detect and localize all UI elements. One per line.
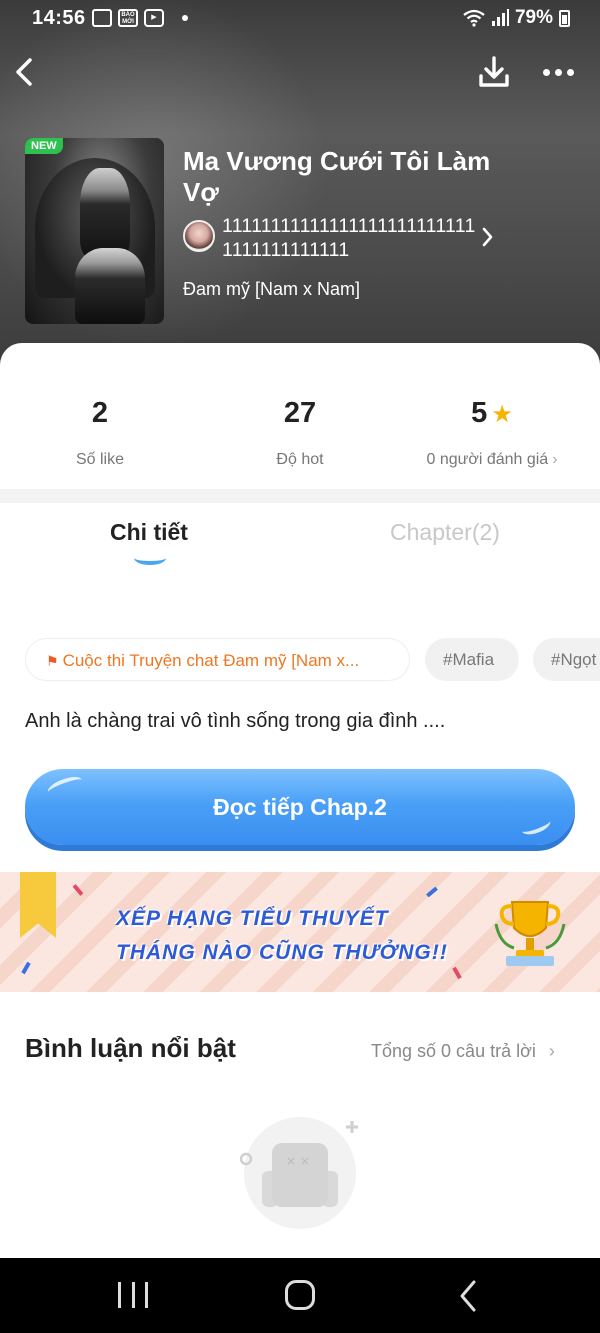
stat-hot: 27 Độ hot <box>200 397 400 469</box>
more-dot-icon <box>554 68 562 76</box>
tab-chapter[interactable]: Chapter(2) <box>390 519 500 546</box>
recent-bar-icon <box>145 1282 148 1308</box>
cover-art-figure <box>75 248 145 324</box>
battery-percent: 79% <box>514 7 553 28</box>
novel-ranking-banner[interactable]: XẾP HẠNG TIỂU THUYẾT THÁNG NÀO CŨNG THƯỞ… <box>0 872 600 992</box>
trophy-icon <box>494 901 566 966</box>
rating-row: 5 ★ <box>392 397 592 437</box>
status-system-icons: 79% <box>463 7 570 29</box>
bookmark-ribbon-icon <box>20 872 56 938</box>
story-cover-image: NEW <box>25 138 164 324</box>
svg-text:× ×: × × <box>286 1154 310 1168</box>
confetti-decoration <box>21 961 31 975</box>
top-action-bar <box>0 50 600 94</box>
back-button[interactable] <box>8 52 44 92</box>
story-detail-card: 2 Số like 27 Độ hot 5 ★ 0 người đánh giá ›… <box>0 343 600 1258</box>
continue-reading-button[interactable]: Đọc tiếp Chap.2 <box>25 769 575 845</box>
contest-tag[interactable]: ⚑ Cuộc thi Truyện chat Đam mỹ [Nam x... <box>25 638 410 681</box>
hot-value: 27 <box>283 397 317 429</box>
author-avatar <box>183 220 215 252</box>
comments-count-link[interactable]: Tổng số 0 câu trả lời › <box>371 1041 555 1062</box>
recent-apps-button[interactable] <box>118 1282 148 1308</box>
home-button[interactable] <box>285 1280 315 1310</box>
banner-line-1: XẾP HẠNG TIỂU THUYẾT <box>116 907 389 930</box>
screen-mirror-icon <box>92 9 112 27</box>
author-link[interactable]: 111111111111111111111111111111111111111 <box>183 214 503 266</box>
empty-comments-icon: × × <box>240 1117 358 1229</box>
tag-mafia[interactable]: #Mafia <box>425 638 519 681</box>
status-bar: 14:56 BÁO MỚI ▶ 79% <box>0 0 600 36</box>
detail-tabs: Chi tiết Chapter(2) <box>0 503 600 573</box>
notification-dot <box>182 15 188 21</box>
star-icon: ★ <box>491 401 513 428</box>
tag-ngot[interactable]: #Ngọt <box>533 638 600 681</box>
more-options-button[interactable] <box>536 52 580 92</box>
likes-value: 2 <box>91 397 109 429</box>
download-icon <box>479 56 509 87</box>
bao-moi-icon: BÁO MỚI <box>118 9 138 27</box>
confetti-decoration <box>452 966 462 980</box>
rating-count-row: 0 người đánh giá › <box>392 451 592 469</box>
tag-list: ⚑ Cuộc thi Truyện chat Đam mỹ [Nam x... #… <box>25 638 600 682</box>
story-header: 14:56 BÁO MỚI ▶ 79% NEW Ma Vương Cưới Tô… <box>0 0 600 380</box>
stat-likes: 2 Số like <box>0 397 200 469</box>
comments-count: Tổng số 0 câu trả lời <box>371 1041 536 1061</box>
new-badge: NEW <box>25 138 63 154</box>
status-notification-icons: BÁO MỚI ▶ <box>92 9 188 27</box>
download-button[interactable] <box>474 52 514 92</box>
banner-line-2: THÁNG NÀO CŨNG THƯỞNG!! <box>116 941 448 964</box>
story-summary: Anh là chàng trai vô tình sống trong gia… <box>25 710 446 732</box>
more-dot-icon <box>566 68 574 76</box>
more-dot-icon <box>542 68 550 76</box>
bao-moi-label: BÁO MỚI <box>121 12 135 25</box>
battery-icon <box>559 9 570 27</box>
confetti-decoration <box>72 884 84 896</box>
flag-icon: ⚑ <box>46 653 59 669</box>
hot-label: Độ hot <box>276 451 324 468</box>
stats-row: 2 Số like 27 Độ hot 5 ★ 0 người đánh giá › <box>0 343 600 489</box>
rating-value: 5 <box>471 397 488 429</box>
section-divider <box>0 489 600 503</box>
active-tab-indicator <box>134 551 166 565</box>
contest-tag-label: Cuộc thi Truyện chat Đam mỹ [Nam x... <box>62 651 360 670</box>
rating-count-label: 0 người đánh giá <box>426 451 549 468</box>
story-title: Ma Vương Cưới Tôi Làm Vợ <box>183 146 491 207</box>
stat-rating[interactable]: 5 ★ 0 người đánh giá › <box>392 397 592 469</box>
chevron-right-icon <box>482 227 493 247</box>
recent-bar-icon <box>118 1282 121 1308</box>
comments-title: Bình luận nổi bật <box>25 1033 236 1063</box>
banner-text: XẾP HẠNG TIỂU THUYẾT THÁNG NÀO CŨNG THƯỞ… <box>116 902 448 970</box>
chevron-right-icon: › <box>548 1041 555 1061</box>
recent-bar-icon <box>131 1282 135 1308</box>
system-nav-bar <box>0 1258 600 1333</box>
status-time: 14:56 <box>32 7 86 29</box>
signal-icon <box>491 9 509 26</box>
media-icon: ▶ <box>144 9 164 27</box>
tab-detail[interactable]: Chi tiết <box>110 519 188 546</box>
confetti-decoration <box>426 886 438 898</box>
author-name: 111111111111111111111111111111111111111 <box>222 215 476 261</box>
cover-art-figure <box>80 168 130 258</box>
likes-label: Số like <box>75 451 125 468</box>
system-back-button[interactable] <box>454 1276 484 1316</box>
wifi-icon <box>463 9 485 27</box>
chevron-left-icon <box>16 58 32 86</box>
chevron-right-icon: › <box>552 451 558 468</box>
story-genre: Đam mỹ [Nam x Nam] <box>183 279 361 299</box>
